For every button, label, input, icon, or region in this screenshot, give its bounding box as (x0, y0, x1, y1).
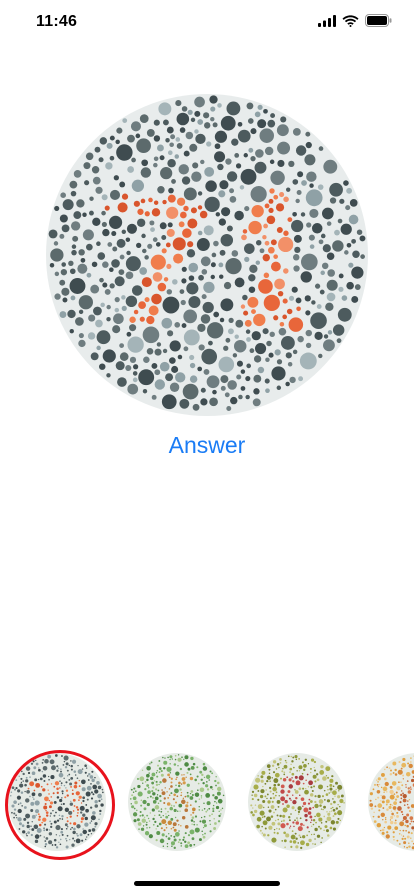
plate-thumbnail-image (248, 753, 346, 851)
status-icons (318, 14, 392, 27)
plate-thumbnail-2[interactable] (128, 753, 232, 857)
battery-icon (365, 14, 392, 27)
status-time: 11:46 (36, 13, 78, 30)
home-indicator (134, 881, 280, 886)
plate-thumbnail-image (128, 753, 226, 851)
plate-thumbnail-1-background (8, 753, 106, 851)
plate-thumbnail-1[interactable] (5, 750, 115, 860)
main-plate-image (46, 94, 368, 416)
status-bar: 11:46 (0, 0, 414, 44)
main-color-plate (46, 94, 368, 416)
wifi-icon (342, 14, 359, 27)
answer-button[interactable]: Answer (0, 432, 414, 459)
signal-icon (318, 14, 336, 27)
plate-thumbnail-image (8, 753, 106, 851)
plate-thumbnail-3[interactable] (248, 753, 352, 857)
plate-thumbnail-strip[interactable] (0, 750, 414, 860)
plate-thumbnail-4[interactable] (368, 753, 414, 857)
plate-thumbnail-image (368, 753, 414, 851)
